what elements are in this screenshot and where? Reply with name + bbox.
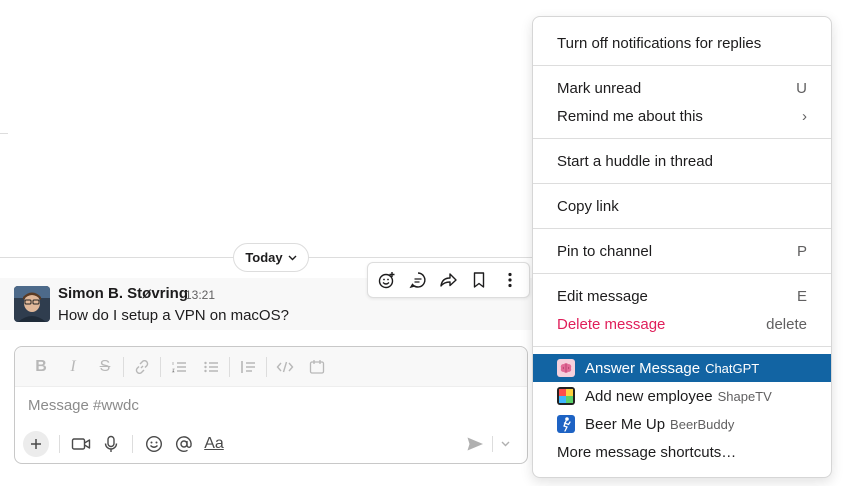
chevron-down-icon [288,253,297,263]
send-icon[interactable] [460,430,490,458]
menu-item-label: Beer Me Up [585,415,666,433]
toolbar-divider [492,436,493,452]
shapetv-icon [557,387,575,405]
divider-stub [0,133,8,134]
toolbar-divider [123,356,124,377]
plus-icon[interactable] [23,431,49,457]
menu-item-label: Mark unread [557,79,642,97]
avatar[interactable] [14,286,50,322]
menu-divider [533,183,831,184]
composer-bottom-toolbar: Aa [21,429,521,459]
message-author[interactable]: Simon B. Støvring [58,285,188,302]
date-divider-button[interactable]: Today [233,243,309,272]
menu-item-label: Pin to channel [557,242,653,260]
menu-item-label: Remind me about this [557,107,703,125]
menu-item-edit-message[interactable]: Edit message E [533,282,831,310]
brain-icon [557,359,575,377]
menu-item-delete-message[interactable]: Delete message delete [533,310,831,338]
menu-item-label: Add new employee [585,387,713,405]
beerbuddy-icon [557,415,575,433]
menu-item-remind-me[interactable]: Remind me about this › [533,102,831,130]
menu-item-shortcut: E [796,287,807,305]
menu-item-pin-to-channel[interactable]: Pin to channel P [533,237,831,265]
mention-icon[interactable] [169,430,199,458]
menu-item-label: Edit message [557,287,648,305]
menu-item-app-name: BeerBuddy [670,416,735,432]
message-input[interactable]: Message #wwdc [28,397,139,414]
code-icon[interactable] [269,353,301,381]
menu-item-shortcut: P [796,242,807,260]
chevron-down-icon[interactable] [495,430,515,458]
menu-item-more-shortcuts[interactable]: More message shortcuts… [533,438,831,466]
toolbar-divider [266,356,267,377]
bold-icon[interactable]: B [25,353,57,381]
formatting-toolbar: B I S [15,347,527,387]
toolbar-divider [160,356,161,377]
menu-divider [533,228,831,229]
bookmark-icon[interactable] [465,266,493,294]
message-context-menu: Turn off notifications for replies Mark … [532,16,832,478]
menu-item-app-name: ShapeTV [717,388,772,404]
menu-item-mark-unread[interactable]: Mark unread U [533,74,831,102]
link-icon[interactable] [126,353,158,381]
menu-divider [533,138,831,139]
toolbar-divider [229,356,230,377]
bulleted-list-icon[interactable] [195,353,227,381]
format-text-label: Aa [204,435,224,452]
menu-item-beer-me-up[interactable]: Beer Me Up BeerBuddy [533,410,831,438]
menu-item-answer-message[interactable]: Answer Message ChatGPT [533,354,831,382]
chevron-right-icon: › [802,107,807,125]
italic-icon[interactable]: I [57,353,89,381]
message-composer: B I S Message #wwdc Aa [14,346,528,464]
send-group [460,430,515,458]
message-actions-toolbar [367,262,530,298]
microphone-icon[interactable] [96,430,126,458]
add-reaction-icon[interactable] [373,266,401,294]
message-text: How do I setup a VPN on macOS? [58,307,289,324]
menu-item-turn-off-notifications[interactable]: Turn off notifications for replies [533,29,831,57]
code-block-icon[interactable] [301,353,333,381]
reply-in-thread-icon[interactable] [404,266,432,294]
menu-item-label: Copy link [557,197,619,215]
menu-item-label: Turn off notifications for replies [557,34,762,52]
menu-divider [533,65,831,66]
menu-item-app-name: ChatGPT [705,360,760,376]
menu-item-label: Delete message [557,315,666,333]
menu-item-add-new-employee[interactable]: Add new employee ShapeTV [533,382,831,410]
ordered-list-icon[interactable] [163,353,195,381]
share-icon[interactable] [434,266,462,294]
format-text-button[interactable]: Aa [199,430,229,458]
date-divider-label: Today [245,250,283,265]
menu-item-shortcut: delete [766,315,807,333]
toolbar-divider [132,435,133,453]
menu-divider [533,273,831,274]
menu-item-label: Start a huddle in thread [557,152,713,170]
strikethrough-icon[interactable]: S [89,353,121,381]
menu-item-start-huddle[interactable]: Start a huddle in thread [533,147,831,175]
emoji-icon[interactable] [139,430,169,458]
message-timestamp[interactable]: 13:21 [185,288,215,302]
menu-item-label: More message shortcuts… [557,443,737,461]
video-clip-icon[interactable] [66,430,96,458]
menu-item-shortcut: U [796,79,807,97]
more-actions-icon[interactable] [496,266,524,294]
menu-item-label: Answer Message [585,359,701,377]
menu-item-copy-link[interactable]: Copy link [533,192,831,220]
toolbar-divider [59,435,60,453]
blockquote-icon[interactable] [232,353,264,381]
menu-divider [533,346,831,347]
